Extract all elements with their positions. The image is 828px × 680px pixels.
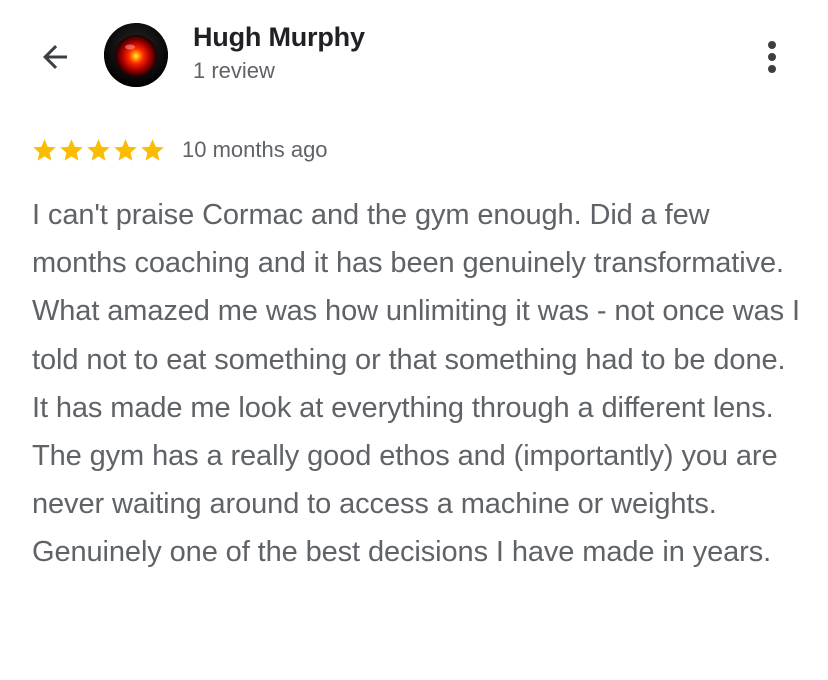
star-icon — [114, 138, 137, 161]
star-icon — [33, 138, 56, 161]
review-header: Hugh Murphy 1 review — [0, 0, 828, 110]
reviewer-name[interactable]: Hugh Murphy — [193, 22, 365, 53]
review-count: 1 review — [193, 58, 275, 83]
star-icon — [60, 138, 83, 161]
review-date: 10 months ago — [182, 137, 328, 162]
red-eye-avatar-icon — [104, 23, 168, 87]
more-options-button[interactable] — [752, 32, 792, 82]
back-button[interactable] — [30, 32, 80, 82]
arrow-back-icon — [43, 45, 67, 69]
star-icon — [141, 138, 164, 161]
star-rating — [31, 137, 166, 164]
star-icon — [87, 138, 110, 161]
rating-row: 10 months ago — [31, 134, 328, 166]
review-text: I can't praise Cormac and the gym enough… — [32, 199, 800, 569]
avatar[interactable] — [104, 23, 168, 87]
more-vert-icon — [768, 41, 776, 73]
